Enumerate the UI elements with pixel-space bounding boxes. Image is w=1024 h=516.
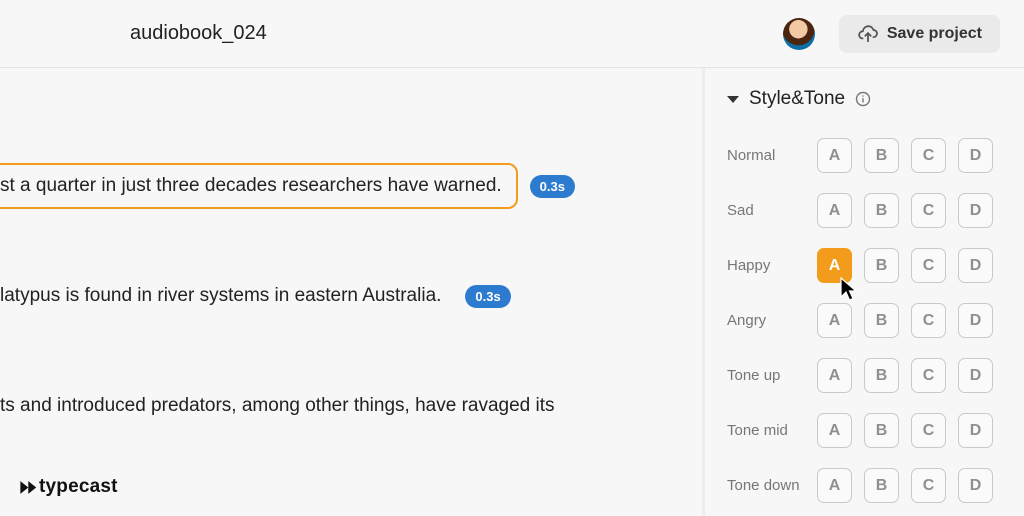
tone-label: Tone mid xyxy=(727,422,817,439)
tone-option[interactable]: A xyxy=(817,193,852,228)
tone-option[interactable]: B xyxy=(864,358,899,393)
tone-row: NormalABCD xyxy=(727,128,1024,183)
save-project-button[interactable]: Save project xyxy=(839,15,1000,53)
tone-option[interactable]: B xyxy=(864,413,899,448)
style-tone-panel: Style&Tone NormalABCDSadABCDHappyABCDAng… xyxy=(702,68,1024,516)
tone-row: AngryABCD xyxy=(727,293,1024,348)
tone-label: Angry xyxy=(727,312,817,329)
script-line[interactable]: st a quarter in just three decades resea… xyxy=(0,160,702,212)
tone-option[interactable]: B xyxy=(864,193,899,228)
tone-option[interactable]: C xyxy=(911,248,946,283)
tone-option[interactable]: A xyxy=(817,138,852,173)
duration-chip[interactable]: 0.3s xyxy=(465,285,510,308)
panel-section-title: Style&Tone xyxy=(749,88,845,110)
logo-icon xyxy=(18,478,37,497)
tone-row: Tone midABCD xyxy=(727,403,1024,458)
collapse-toggle-icon[interactable] xyxy=(727,96,739,103)
tone-label: Tone down xyxy=(727,477,817,494)
tone-option[interactable]: A xyxy=(817,303,852,338)
tone-option[interactable]: A xyxy=(817,248,852,283)
tone-row: Tone upABCD xyxy=(727,348,1024,403)
tone-row: SadABCD xyxy=(727,183,1024,238)
tone-option[interactable]: D xyxy=(958,248,993,283)
tone-label: Normal xyxy=(727,147,817,164)
tone-option[interactable]: B xyxy=(864,468,899,503)
tone-option[interactable]: C xyxy=(911,193,946,228)
topbar: audiobook_024 Save project xyxy=(0,0,1024,68)
tone-option[interactable]: C xyxy=(911,468,946,503)
tone-option[interactable]: B xyxy=(864,303,899,338)
tone-option[interactable]: C xyxy=(911,138,946,173)
tone-row: HappyABCD xyxy=(727,238,1024,293)
tone-option[interactable]: D xyxy=(958,193,993,228)
duration-chip[interactable]: 0.3s xyxy=(530,175,575,198)
user-avatar[interactable] xyxy=(783,18,815,50)
script-line[interactable]: ts and introduced predators, among other… xyxy=(0,380,702,432)
script-line-text[interactable]: latypus is found in river systems in eas… xyxy=(0,275,453,317)
script-line-text[interactable]: st a quarter in just three decades resea… xyxy=(0,163,518,209)
tone-option[interactable]: D xyxy=(958,138,993,173)
info-icon[interactable] xyxy=(855,91,871,107)
cloud-upload-icon xyxy=(857,25,879,43)
tone-option[interactable]: C xyxy=(911,358,946,393)
tone-row: Tone downABCD xyxy=(727,458,1024,513)
tone-label: Happy xyxy=(727,257,817,274)
tone-option[interactable]: D xyxy=(958,303,993,338)
tone-label: Tone up xyxy=(727,367,817,384)
tone-option[interactable]: B xyxy=(864,248,899,283)
tone-option[interactable]: D xyxy=(958,413,993,448)
script-line-text[interactable]: ts and introduced predators, among other… xyxy=(0,385,567,427)
brand-name: typecast xyxy=(39,476,118,498)
project-title[interactable]: audiobook_024 xyxy=(130,22,783,45)
editor-area: st a quarter in just three decades resea… xyxy=(0,68,702,516)
tone-option[interactable]: A xyxy=(817,358,852,393)
tone-label: Sad xyxy=(727,202,817,219)
tone-option[interactable]: D xyxy=(958,468,993,503)
tone-option[interactable]: C xyxy=(911,413,946,448)
save-button-label: Save project xyxy=(887,25,982,43)
tone-option[interactable]: B xyxy=(864,138,899,173)
brand-logo: typecast xyxy=(18,476,118,498)
tone-option[interactable]: D xyxy=(958,358,993,393)
tone-option[interactable]: A xyxy=(817,468,852,503)
tone-option[interactable]: C xyxy=(911,303,946,338)
script-line[interactable]: latypus is found in river systems in eas… xyxy=(0,270,702,322)
tone-option[interactable]: A xyxy=(817,413,852,448)
